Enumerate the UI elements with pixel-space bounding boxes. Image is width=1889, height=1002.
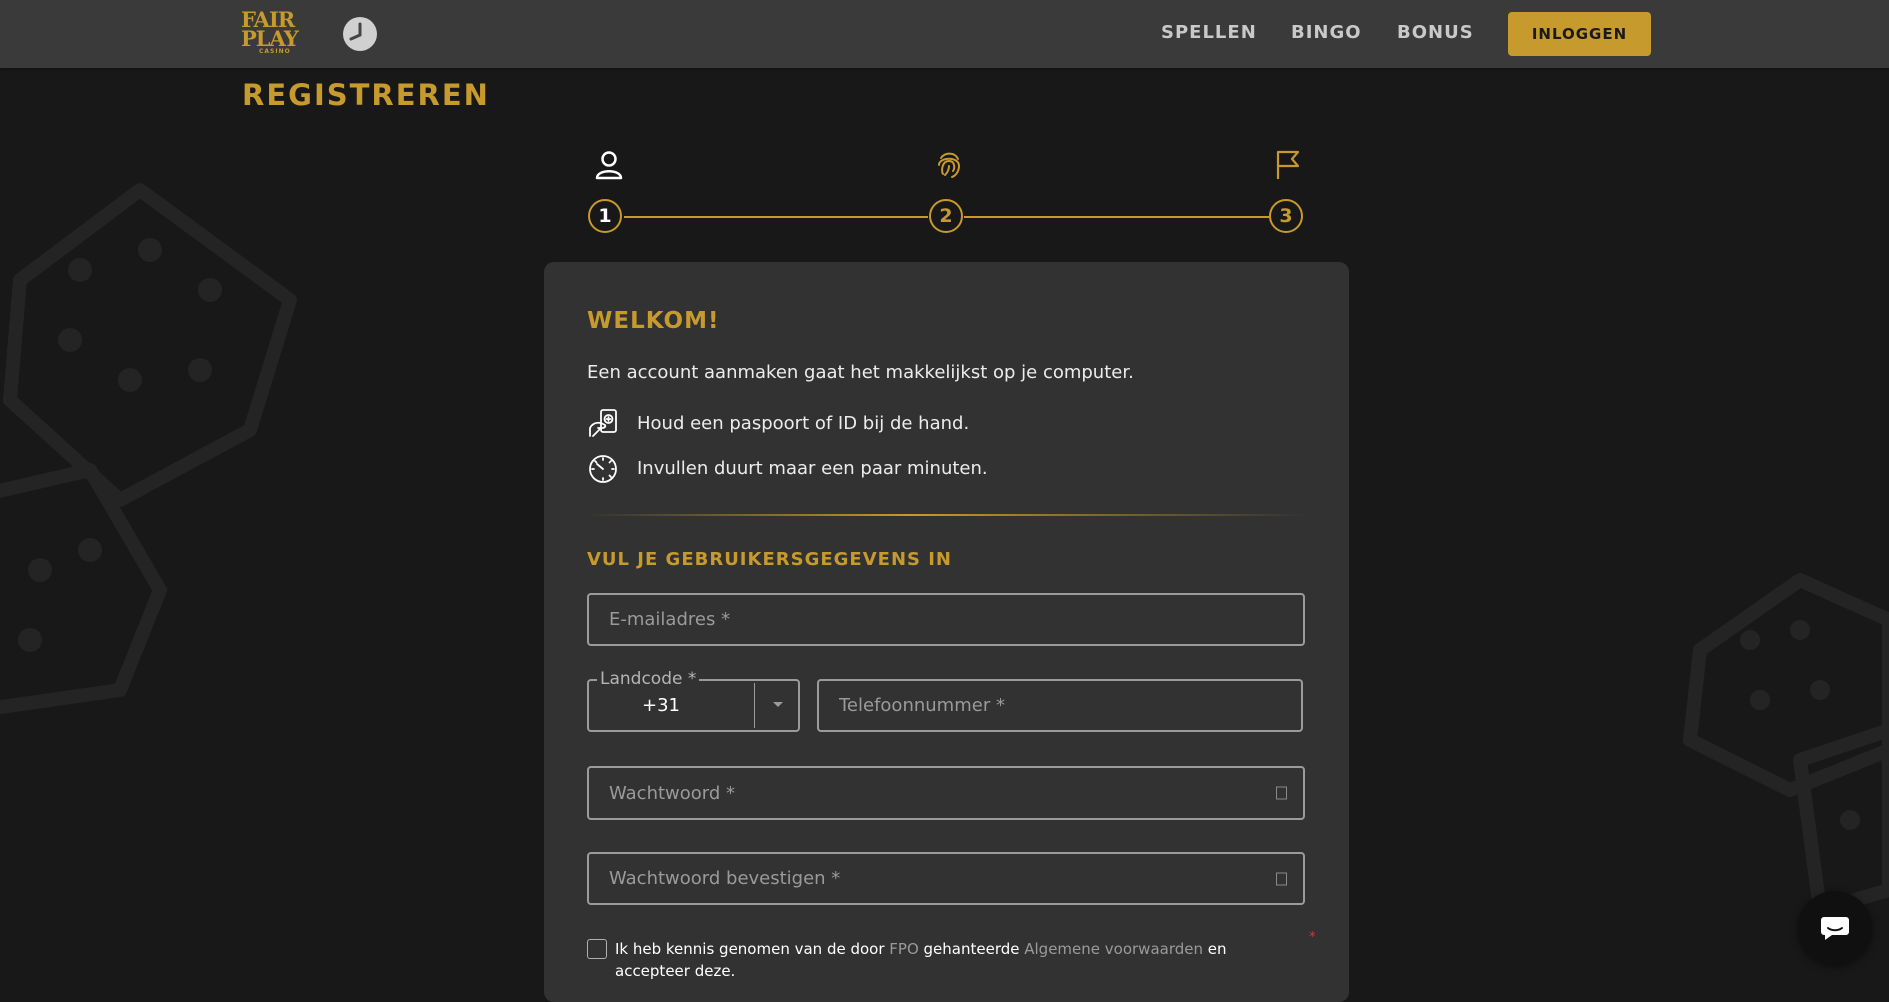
- step-connector-2-3: [964, 216, 1270, 218]
- nav-spellen[interactable]: SPELLEN: [1161, 22, 1257, 43]
- dice-background-left: [0, 183, 297, 715]
- login-button[interactable]: INLOGGEN: [1508, 12, 1651, 56]
- fair-play-casino-logo[interactable]: FAIR PLAY CASINO: [241, 9, 311, 56]
- password-field[interactable]: [589, 768, 1303, 818]
- user-details-heading: VUL JE GEBRUIKERSGEGEVENS IN: [587, 549, 952, 570]
- logo-line-2: PLAY: [241, 26, 299, 51]
- fingerprint-icon: [938, 152, 961, 178]
- step-3-circle: 3: [1269, 199, 1303, 233]
- show-password-confirm-icon[interactable]: [1276, 872, 1287, 885]
- password-field-wrapper: [587, 766, 1305, 820]
- id-card-hand-icon: [589, 409, 617, 437]
- info-row-time: Invullen duurt maar een paar minuten.: [587, 452, 988, 484]
- show-password-icon[interactable]: [1276, 786, 1287, 800]
- intro-text: Een account aanmaken gaat het makkelijks…: [587, 362, 1134, 383]
- country-code-label: Landcode *: [597, 669, 700, 689]
- password-confirm-field-wrapper: [587, 852, 1305, 905]
- stopwatch-icon: [589, 455, 617, 483]
- flag-icon: [1276, 150, 1300, 179]
- email-field-wrapper: [587, 593, 1305, 646]
- logo-line-3: CASINO: [259, 48, 291, 55]
- phone-field[interactable]: [819, 681, 1301, 730]
- info-row-id: Houd een paspoort of ID bij de hand.: [587, 407, 969, 439]
- nav-bingo[interactable]: BINGO: [1291, 22, 1362, 43]
- chevron-down-icon[interactable]: [773, 702, 783, 707]
- required-mark: *: [1309, 930, 1316, 945]
- email-field[interactable]: [589, 595, 1303, 644]
- password-confirm-field[interactable]: [589, 854, 1303, 903]
- country-code-value: +31: [642, 695, 680, 716]
- terms-text-part1: Ik heb kennis genomen van de door: [615, 940, 890, 958]
- page-title: REGISTREREN: [242, 78, 490, 112]
- phone-field-wrapper: [817, 679, 1303, 732]
- step-connector-1-2: [624, 216, 928, 218]
- chat-button[interactable]: [1798, 891, 1872, 965]
- chat-bubble-icon: [1821, 917, 1849, 940]
- dice-background-right: [1683, 573, 1889, 917]
- step-1-circle: 1: [588, 199, 622, 233]
- fpo-link[interactable]: FPO: [889, 940, 918, 958]
- terms-conditions-link[interactable]: Algemene voorwaarden: [1024, 940, 1203, 958]
- welcome-heading: WELKOM!: [587, 308, 720, 334]
- terms-text: Ik heb kennis genomen van de door FPO ge…: [615, 938, 1255, 982]
- nav-bonus[interactable]: BONUS: [1397, 22, 1474, 43]
- country-code-separator: [754, 683, 755, 728]
- clock-badge-icon[interactable]: [342, 16, 378, 52]
- terms-text-part2: gehanteerde: [918, 940, 1025, 958]
- terms-checkbox[interactable]: [587, 939, 607, 959]
- info-text-id: Houd een paspoort of ID bij de hand.: [637, 412, 970, 434]
- country-code-select[interactable]: Landcode * +31: [587, 669, 800, 732]
- section-divider: [587, 514, 1307, 516]
- registration-card: WELKOM! Een account aanmaken gaat het ma…: [544, 262, 1349, 1002]
- step-2-circle: 2: [929, 199, 963, 233]
- top-header: FAIR PLAY CASINO SPELLEN BINGO BONUS INL…: [0, 0, 1889, 68]
- info-text-time: Invullen duurt maar een paar minuten.: [637, 457, 988, 479]
- user-icon: [595, 151, 623, 180]
